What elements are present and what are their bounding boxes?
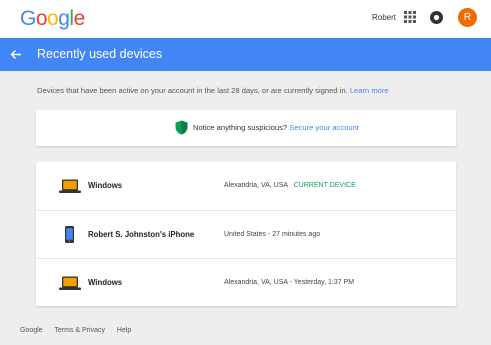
device-location: Alexandria, VA, USA - Yesterday, 1:37 PM (224, 279, 354, 286)
footer-link-terms-privacy[interactable]: Terms & Privacy (54, 327, 105, 334)
title-bar: Recently used devices (0, 38, 491, 71)
shield-icon (175, 120, 188, 135)
logo-letter: o (35, 7, 48, 30)
footer: Google Terms & Privacy Help (20, 327, 141, 334)
notice-text: Notice anything suspicious? Secure your … (193, 123, 359, 132)
logo-letter: G (20, 7, 36, 30)
notice-question: Notice anything suspicious? (193, 123, 288, 132)
device-location: United States - 27 minutes ago (224, 231, 320, 238)
google-logo[interactable]: Google (20, 7, 85, 31)
phone-icon (65, 226, 74, 243)
laptop-icon (59, 276, 81, 290)
device-row[interactable]: Windows Alexandria, VA, USA - Yesterday,… (36, 258, 456, 306)
device-row[interactable]: Robert S. Johnston's iPhone United State… (36, 210, 456, 258)
devices-list: Windows Alexandria, VA, USA CURRENT DEVI… (36, 162, 456, 306)
user-name[interactable]: Robert (372, 13, 396, 22)
device-name: Windows (88, 181, 123, 190)
avatar[interactable]: R (458, 8, 477, 27)
secure-account-link[interactable]: Secure your account (289, 123, 359, 132)
location-text: Alexandria, VA, USA - Yesterday, 1:37 PM (224, 279, 355, 286)
location-text: Alexandria, VA, USA (224, 182, 288, 189)
top-bar: Google Robert R (0, 0, 491, 38)
page-title: Recently used devices (37, 47, 163, 61)
security-notice-card: Notice anything suspicious? Secure your … (36, 110, 456, 146)
apps-grid-icon[interactable] (404, 11, 416, 23)
logo-letter: o (47, 7, 59, 30)
notifications-icon[interactable] (430, 11, 443, 24)
footer-link-google[interactable]: Google (20, 327, 43, 334)
device-name: Windows (88, 278, 123, 287)
laptop-icon (59, 179, 81, 193)
device-row[interactable]: Windows Alexandria, VA, USA CURRENT DEVI… (36, 162, 456, 210)
intro-text: Devices that have been active on your ac… (37, 86, 389, 95)
logo-letter: e (73, 7, 86, 30)
logo-letter: g (58, 7, 70, 30)
location-text: United States - 27 minutes ago (224, 231, 321, 238)
back-arrow-icon[interactable] (9, 48, 22, 61)
intro-description: Devices that have been active on your ac… (37, 86, 348, 95)
footer-link-help[interactable]: Help (117, 327, 131, 334)
device-name: Robert S. Johnston's iPhone (88, 230, 195, 239)
current-device-badge: CURRENT DEVICE (293, 182, 356, 189)
device-location: Alexandria, VA, USA CURRENT DEVICE (224, 182, 356, 189)
learn-more-link[interactable]: Learn more (350, 86, 389, 95)
